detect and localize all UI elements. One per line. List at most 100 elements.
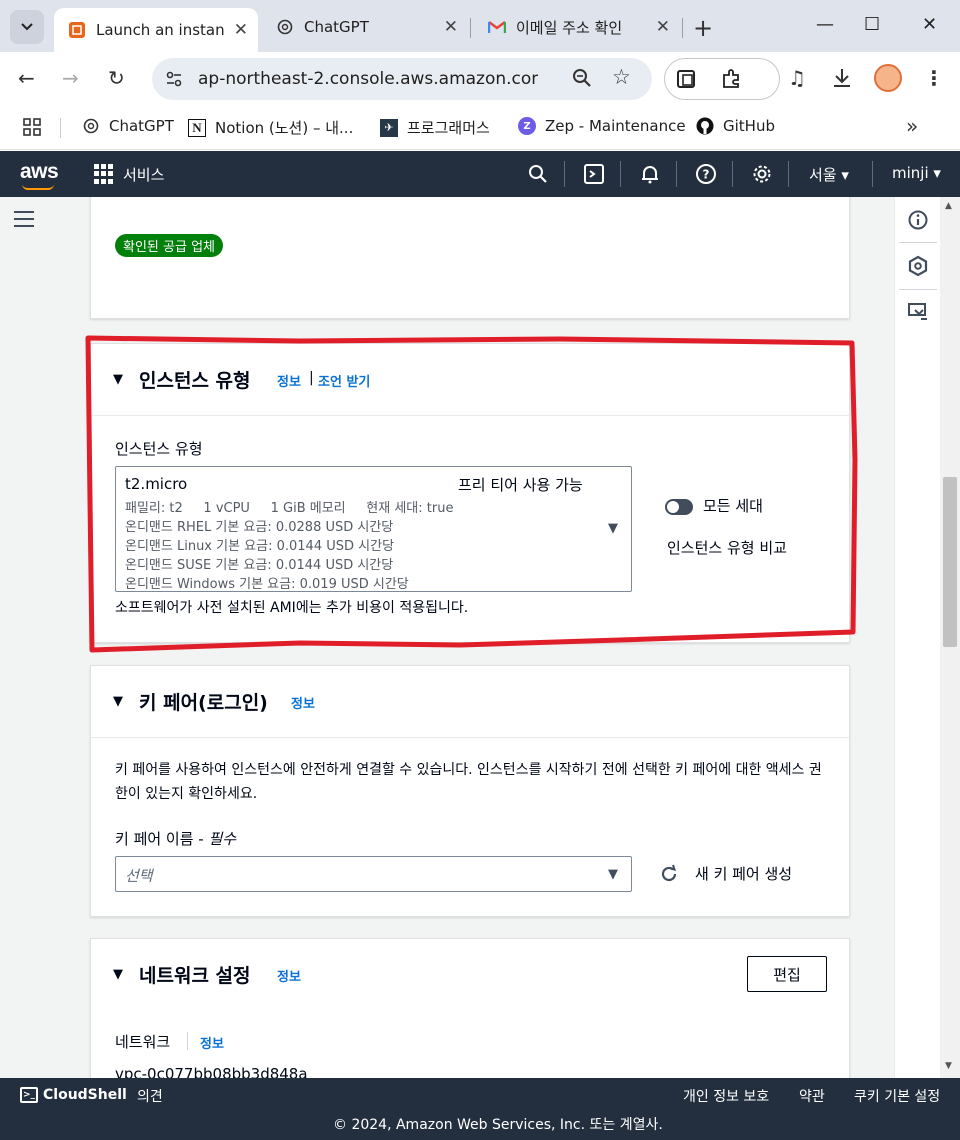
ami-cost-note-link[interactable]: 소프트웨어가 사전 설치된 AMI에는 추가 비용이 적용됩니다. [115, 597, 468, 617]
privacy-link[interactable]: 개인 정보 보호 [683, 1086, 769, 1106]
site-settings-icon[interactable] [164, 69, 184, 89]
tab-chatgpt[interactable]: ChatGPT ✕ [262, 8, 468, 46]
more-menu-icon[interactable]: ⋮ [924, 66, 944, 90]
profile-avatar[interactable] [874, 64, 902, 92]
hexagon-icon[interactable] [907, 255, 929, 277]
feedback-link[interactable]: 의견 [137, 1086, 163, 1106]
caret-down-icon: ▼ [608, 521, 618, 536]
info-link[interactable]: 정보 [277, 371, 301, 390]
utility-rail [894, 197, 940, 1078]
header-divider [788, 161, 789, 187]
side-nav-menu-icon[interactable] [14, 211, 34, 232]
key-pair-name-label: 키 페어 이름 - 필수 [115, 828, 236, 849]
edit-button[interactable]: 편집 [747, 956, 827, 992]
cloudshell-icon[interactable] [583, 163, 605, 185]
bookmark-chatgpt[interactable]: ChatGPT [82, 117, 174, 135]
help-icon[interactable]: ? [695, 163, 717, 185]
services-menu[interactable]: 서비스 [123, 164, 164, 185]
zoom-icon[interactable] [572, 67, 592, 89]
bookmark-programmers[interactable]: ✈ 프로그래머스 [380, 117, 490, 138]
info-link[interactable]: 정보 [200, 1033, 224, 1052]
bookmark-github[interactable]: GitHub [696, 117, 775, 135]
get-advice-link[interactable]: 조언 받기 [318, 371, 370, 390]
section-title: 네트워크 설정 [139, 965, 251, 987]
media-playlist-icon[interactable]: ♫ [788, 66, 806, 90]
info-link[interactable]: 정보 [277, 966, 301, 985]
account-menu[interactable]: minji ▾ [892, 164, 941, 182]
cloudshell-link[interactable]: CloudShell [43, 1087, 127, 1103]
label-divider [187, 1032, 188, 1050]
vertical-scrollbar[interactable]: ▲ ▼ [940, 197, 960, 1078]
maximize-icon[interactable]: ☐ [864, 14, 880, 35]
chevron-down-icon [21, 23, 33, 31]
back-arrow-icon[interactable]: ← [18, 66, 35, 90]
cookie-preferences-link[interactable]: 쿠키 기본 설정 [854, 1086, 940, 1106]
link-separator: | [309, 370, 314, 386]
instance-type-label: 인스턴스 유형 [115, 440, 203, 458]
instance-specs: 패밀리: t2 1 vCPU 1 GiB 메모리 현재 세대: true [125, 501, 454, 516]
tab-gmail[interactable]: 이메일 주소 확인 ✕ [474, 8, 680, 46]
notion-icon: N [188, 118, 206, 137]
select-placeholder: 선택 [125, 867, 153, 885]
tab-launch-instance[interactable]: Launch an instance ✕ [54, 8, 258, 52]
browser-toolbar: ← → ↻ ap-northeast-2.console.aws.amazon.… [0, 52, 960, 106]
notifications-bell-icon[interactable] [639, 163, 661, 185]
network-settings-header[interactable]: ▼ 네트워크 설정 정보 편집 [91, 939, 849, 1011]
key-pair-header[interactable]: ▼ 키 페어(로그인) 정보 [91, 666, 849, 738]
caret-down-icon[interactable]: ▼ [113, 694, 123, 709]
bookmark-notion[interactable]: N Notion (노션) – 내... [188, 117, 353, 138]
info-link[interactable]: 정보 [291, 693, 315, 712]
search-icon[interactable] [528, 164, 548, 184]
feedback-screen-icon[interactable] [907, 301, 929, 323]
region-selector[interactable]: 서울 ▾ [809, 164, 849, 185]
services-grid-icon[interactable] [94, 164, 114, 184]
tab-search-panel-icon[interactable] [676, 69, 696, 89]
bookmark-label: Zep - Maintenance [545, 117, 686, 135]
instance-type-select[interactable]: t2.micro 프리 티어 사용 가능 패밀리: t2 1 vCPU 1 Gi… [115, 466, 632, 592]
bookmark-label: Notion (노션) – 내... [215, 119, 354, 137]
all-generations-toggle[interactable] [665, 499, 693, 515]
refresh-icon[interactable] [659, 864, 679, 884]
close-icon[interactable]: ✕ [234, 20, 248, 40]
create-key-pair-link[interactable]: 새 키 페어 생성 [695, 863, 792, 884]
bookmark-zep[interactable]: Z Zep - Maintenance [518, 117, 686, 135]
terms-link[interactable]: 약관 [799, 1086, 825, 1106]
apps-grid-icon[interactable] [22, 117, 42, 137]
caret-down-icon[interactable]: ▼ [113, 967, 123, 982]
close-icon[interactable]: ✕ [444, 17, 458, 37]
extensions-puzzle-icon[interactable] [720, 68, 742, 90]
bookmarks-overflow-icon[interactable]: » [906, 114, 918, 138]
cloudshell-icon[interactable]: >_ [20, 1087, 38, 1103]
tab-divider [470, 18, 471, 38]
tab-title: 이메일 주소 확인 [516, 18, 623, 37]
section-title: 인스턴스 유형 [139, 370, 251, 392]
address-bar[interactable]: ap-northeast-2.console.aws.amazon.com/ec… [152, 58, 652, 100]
scroll-down-arrow-icon[interactable]: ▼ [945, 1061, 952, 1071]
new-tab-plus-icon[interactable]: + [693, 14, 713, 42]
info-circle-icon[interactable] [907, 209, 929, 231]
window-close-icon[interactable]: ✕ [922, 14, 937, 35]
forward-arrow-icon[interactable]: → [62, 66, 79, 90]
caret-down-icon: ▼ [608, 867, 618, 882]
download-icon[interactable] [832, 67, 852, 89]
gmail-icon [488, 18, 506, 36]
tab-search-button[interactable] [10, 10, 44, 44]
ami-card: 확인된 공급 업체 [90, 197, 850, 319]
aws-logo[interactable]: aws [20, 160, 59, 184]
compare-instance-types-link[interactable]: 인스턴스 유형 비교 [667, 537, 787, 558]
instance-type-header[interactable]: ▼ 인스턴스 유형 정보 | 조언 받기 [91, 344, 849, 416]
close-icon[interactable]: ✕ [656, 17, 670, 37]
reload-icon[interactable]: ↻ [108, 66, 125, 90]
network-label: 네트워크 [115, 1033, 171, 1051]
scroll-up-arrow-icon[interactable]: ▲ [945, 201, 952, 211]
caret-down-icon[interactable]: ▼ [113, 372, 123, 387]
scroll-thumb[interactable] [943, 477, 957, 647]
vpc-id: vpc-0c077bb08bb3d848a [115, 1065, 308, 1078]
key-pair-select[interactable]: 선택 ▼ [115, 856, 632, 892]
bookmark-star-icon[interactable]: ☆ [612, 65, 631, 89]
section-title: 키 페어(로그인) [139, 692, 268, 714]
bookmark-label: GitHub [723, 117, 775, 135]
minimize-icon[interactable]: — [816, 14, 834, 35]
settings-gear-icon[interactable] [751, 163, 773, 185]
key-pair-description: 키 페어를 사용하여 인스턴스에 안전하게 연결할 수 있습니다. 인스턴스를 … [115, 762, 822, 802]
